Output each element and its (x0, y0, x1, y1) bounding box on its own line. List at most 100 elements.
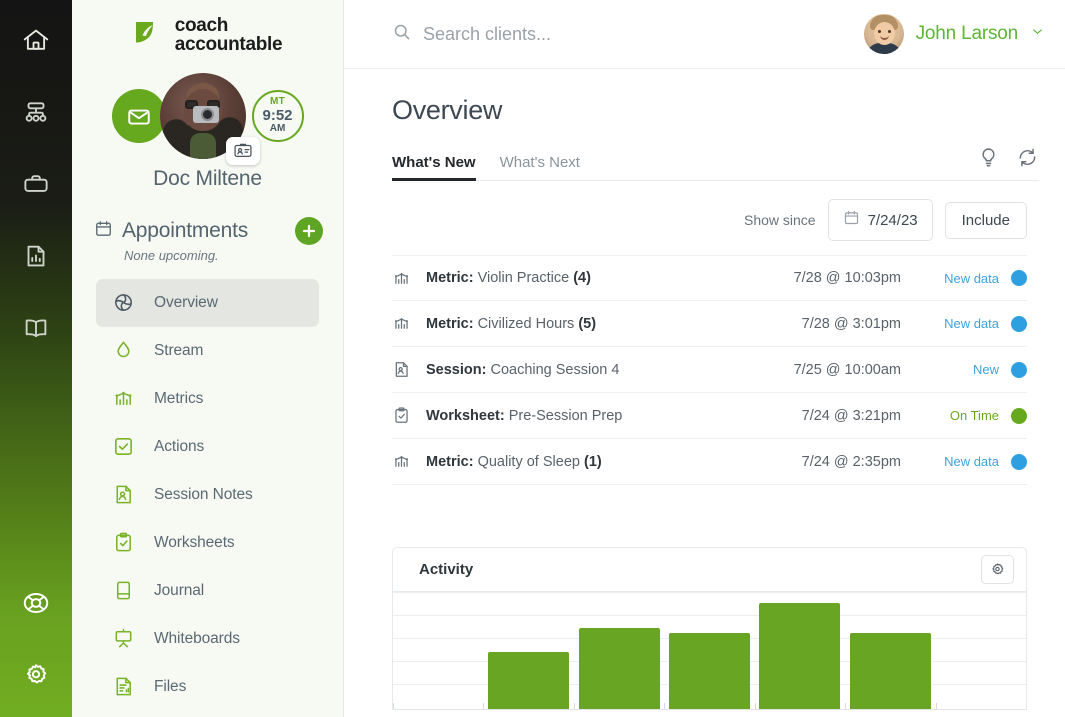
feed-item-title: Civilized Hours (478, 316, 575, 332)
refresh-icon[interactable] (1016, 146, 1039, 174)
sidebar-item-label: Journal (154, 582, 204, 600)
sidebar-item-whiteboards[interactable]: Whiteboards (96, 615, 319, 663)
feed-item-time: 7/28 @ 10:03pm (794, 270, 901, 286)
table-row[interactable]: Metric: Quality of Sleep (1) 7/24 @ 2:35… (392, 439, 1027, 485)
journal-icon (110, 579, 136, 602)
content-area: Overview What's New What's Next (344, 69, 1065, 710)
bar[interactable] (488, 652, 569, 710)
lifebuoy-icon[interactable] (0, 567, 72, 639)
tab-whats-new[interactable]: What's New (392, 154, 476, 180)
bar-slot (755, 592, 845, 710)
sidebar-item-label: Session Notes (154, 486, 253, 504)
feed-item-title: Pre-Session Prep (509, 408, 623, 424)
sidebar-item-overview[interactable]: Overview (96, 279, 319, 327)
user-name: John Larson (916, 23, 1018, 45)
sidebar-item-label: Actions (154, 438, 204, 456)
feed-item-text: Session: Coaching Session 4 (426, 362, 794, 378)
feed-item-time: 7/25 @ 10:00am (794, 362, 901, 378)
sidebar-item-stream[interactable]: Stream (96, 327, 319, 375)
status-dot-icon (1011, 454, 1027, 470)
include-button[interactable]: Include (945, 202, 1027, 239)
session-icon (392, 360, 426, 379)
feed-item-type: Session: (426, 362, 486, 378)
table-row[interactable]: Session: Coaching Session 4 7/25 @ 10:00… (392, 347, 1027, 393)
search-input[interactable] (423, 24, 803, 45)
sidebar-item-label: Stream (154, 342, 203, 360)
coach-accountable-logo-icon (133, 19, 165, 51)
sidebar-item-session-notes[interactable]: Session Notes (96, 471, 319, 519)
bar[interactable] (850, 633, 931, 710)
sidebar-nav: Overview Stream (72, 279, 343, 711)
table-row[interactable]: Metric: Violin Practice (4) 7/28 @ 10:03… (392, 255, 1027, 301)
feed-item-title: Quality of Sleep (478, 454, 580, 470)
feed-item-text: Metric: Violin Practice (4) (426, 270, 794, 286)
sidebar: coach accountable (72, 0, 344, 717)
files-icon (110, 675, 136, 698)
metrics-icon (110, 387, 136, 410)
bar-slot (845, 592, 935, 710)
lightbulb-icon[interactable] (977, 146, 1000, 174)
home-icon[interactable] (0, 4, 72, 76)
feed-item-text: Metric: Quality of Sleep (1) (426, 454, 802, 470)
bar[interactable] (759, 603, 840, 710)
brand-logo[interactable]: coach accountable (72, 0, 343, 55)
stream-icon (110, 339, 136, 362)
sidebar-item-label: Worksheets (154, 534, 235, 552)
gear-icon[interactable] (0, 639, 72, 711)
bar[interactable] (669, 633, 750, 710)
worksheet-icon (392, 406, 426, 425)
activity-feed: Metric: Violin Practice (4) 7/28 @ 10:03… (392, 255, 1039, 485)
activity-chart-card: Activity (392, 547, 1027, 710)
bar[interactable] (579, 628, 660, 710)
sidebar-item-label: Files (154, 678, 186, 696)
sidebar-item-label: Metrics (154, 390, 203, 408)
time-value: 9:52 (262, 108, 292, 123)
date-picker[interactable]: 7/24/23 (828, 199, 933, 241)
sidebar-item-journal[interactable]: Journal (96, 567, 319, 615)
briefcase-icon[interactable] (0, 148, 72, 220)
status-dot-icon (1011, 408, 1027, 424)
sidebar-item-files[interactable]: Files (96, 663, 319, 711)
worksheets-icon (110, 531, 136, 554)
table-row[interactable]: Worksheet: Pre-Session Prep 7/24 @ 3:21p… (392, 393, 1027, 439)
chart-settings-gear-icon[interactable] (981, 555, 1014, 584)
sidebar-item-metrics[interactable]: Metrics (96, 375, 319, 423)
search-icon (392, 22, 412, 47)
sidebar-item-actions[interactable]: Actions (96, 423, 319, 471)
status-badge: New data (933, 454, 999, 469)
chart-bars (393, 592, 1026, 710)
id-badge-icon[interactable] (226, 137, 260, 165)
appointments-title: Appointments (122, 219, 295, 243)
feed-item-type: Metric: (426, 270, 474, 286)
book-icon[interactable] (0, 292, 72, 364)
rail-bottom-group (0, 567, 72, 711)
add-appointment-button[interactable] (295, 217, 323, 245)
profile-header: MT 9:52 AM (72, 73, 343, 159)
page-title: Overview (392, 95, 1039, 126)
tab-whats-next[interactable]: What's Next (500, 154, 580, 180)
feed-item-count: (1) (584, 454, 602, 470)
bar-slot (393, 592, 483, 710)
messages-button[interactable] (112, 89, 166, 143)
table-row[interactable]: Metric: Civilized Hours (5) 7/28 @ 3:01p… (392, 301, 1027, 347)
org-chart-icon[interactable] (0, 76, 72, 148)
status-dot-icon (1011, 270, 1027, 286)
feed-item-time: 7/24 @ 2:35pm (802, 454, 901, 470)
filter-bar: Show since 7/24/23 Include (392, 199, 1039, 241)
sidebar-item-worksheets[interactable]: Worksheets (96, 519, 319, 567)
metric-icon (392, 314, 426, 333)
feed-item-text: Worksheet: Pre-Session Prep (426, 408, 802, 424)
feed-item-time: 7/24 @ 3:21pm (802, 408, 901, 424)
meridiem-label: AM (270, 124, 286, 134)
feed-item-time: 7/28 @ 3:01pm (802, 316, 901, 332)
report-icon[interactable] (0, 220, 72, 292)
bar-slot (936, 592, 1026, 710)
feed-item-type: Metric: (426, 454, 474, 470)
client-search[interactable] (392, 22, 864, 47)
show-since-label: Show since (744, 212, 816, 228)
status-badge: New (933, 362, 999, 377)
chevron-down-icon[interactable] (1030, 24, 1045, 44)
user-menu[interactable]: John Larson (864, 14, 1045, 54)
feed-item-type: Metric: (426, 316, 474, 332)
status-dot-icon (1011, 362, 1027, 378)
